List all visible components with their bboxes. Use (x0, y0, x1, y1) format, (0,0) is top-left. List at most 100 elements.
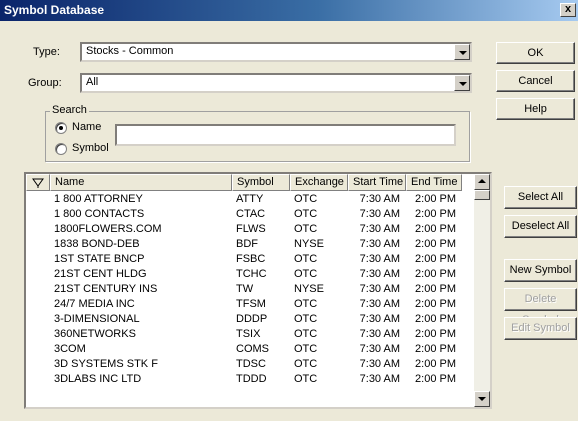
cell-name: 3COM (54, 343, 86, 355)
row-spacer (26, 312, 50, 327)
table-row[interactable]: 1838 BOND-DEB BDF NYSE 7:30 AM 2:00 PM (26, 237, 462, 252)
cell-symbol: CTAC (236, 208, 266, 220)
cell-symbol: TFSM (236, 298, 266, 310)
table-row[interactable]: 3DLABS INC LTD TDDD OTC 7:30 AM 2:00 PM (26, 372, 462, 387)
help-button[interactable]: Help (496, 98, 575, 120)
cell-start-time: 7:30 AM (359, 313, 400, 325)
column-header-symbol[interactable]: Symbol (232, 174, 290, 191)
cell-symbol: TSIX (236, 328, 261, 340)
cell-start-time: 7:30 AM (359, 328, 400, 340)
cell-start-time: 7:30 AM (359, 268, 400, 280)
list-rows: 1 800 ATTORNEY ATTY OTC 7:30 AM 2:00 PM 1 800… (26, 192, 462, 387)
cell-name: 24/7 MEDIA INC (54, 298, 135, 310)
table-row[interactable]: 21ST CENT HLDG TCHC OTC 7:30 AM 2:00 PM (26, 267, 462, 282)
cell-name: 1 800 CONTACTS (54, 208, 145, 220)
scroll-thumb[interactable] (474, 190, 490, 200)
row-spacer (26, 192, 50, 207)
cell-exchange: OTC (294, 223, 318, 235)
cancel-button[interactable]: Cancel (496, 70, 575, 92)
cell-name: 1 800 ATTORNEY (54, 193, 143, 205)
table-row[interactable]: 3-DIMENSIONAL DDDP OTC 7:30 AM 2:00 PM (26, 312, 462, 327)
cell-name: 360NETWORKS (54, 328, 136, 340)
symbol-radio-label[interactable]: Symbol (72, 142, 109, 154)
table-row[interactable]: 21ST CENTURY INS TW NYSE 7:30 AM 2:00 PM (26, 282, 462, 297)
row-spacer (26, 327, 50, 342)
cell-exchange: OTC (294, 313, 318, 325)
cell-end-time: 2:00 PM (415, 268, 456, 280)
symbol-list[interactable]: Name Symbol Exchange Start Time End Time… (24, 172, 492, 409)
deselect-all-button[interactable]: Deselect All (504, 215, 577, 238)
symbol-database-dialog: Symbol Database x Type: Stocks - Common … (0, 0, 578, 421)
edit-symbol-button[interactable]: Edit Symbol (504, 317, 577, 340)
table-row[interactable]: 1 800 CONTACTS CTAC OTC 7:30 AM 2:00 PM (26, 207, 462, 222)
cell-start-time: 7:30 AM (359, 373, 400, 385)
cell-exchange: OTC (294, 298, 318, 310)
table-row[interactable]: 3D SYSTEMS STK F TDSC OTC 7:30 AM 2:00 PM (26, 357, 462, 372)
window-title: Symbol Database (4, 3, 105, 17)
name-radio[interactable] (55, 122, 67, 134)
cell-exchange: OTC (294, 268, 318, 280)
table-row[interactable]: 24/7 MEDIA INC TFSM OTC 7:30 AM 2:00 PM (26, 297, 462, 312)
group-label: Group: (28, 77, 62, 89)
column-header-start-time[interactable]: Start Time (348, 174, 406, 191)
column-header-end-time[interactable]: End Time (406, 174, 462, 191)
cell-end-time: 2:00 PM (415, 313, 456, 325)
search-group-title: Search (50, 104, 89, 116)
cell-start-time: 7:30 AM (359, 238, 400, 250)
filter-icon[interactable] (26, 174, 50, 191)
cell-symbol: FLWS (236, 223, 266, 235)
cell-start-time: 7:30 AM (359, 253, 400, 265)
close-button[interactable]: x (560, 3, 576, 17)
cell-end-time: 2:00 PM (415, 238, 456, 250)
cell-name: 21ST CENT HLDG (54, 268, 147, 280)
cell-exchange: OTC (294, 358, 318, 370)
table-row[interactable]: 360NETWORKS TSIX OTC 7:30 AM 2:00 PM (26, 327, 462, 342)
cell-end-time: 2:00 PM (415, 223, 456, 235)
row-spacer (26, 252, 50, 267)
chevron-down-icon[interactable] (454, 75, 470, 91)
ok-button[interactable]: OK (496, 42, 575, 64)
column-header-exchange[interactable]: Exchange (290, 174, 348, 191)
type-combo[interactable]: Stocks - Common (80, 42, 472, 62)
cell-name: 3DLABS INC LTD (54, 373, 142, 385)
chevron-down-icon[interactable] (454, 44, 470, 60)
scroll-up-icon[interactable] (474, 174, 490, 190)
row-spacer (26, 207, 50, 222)
table-row[interactable]: 3COM COMS OTC 7:30 AM 2:00 PM (26, 342, 462, 357)
group-combo[interactable]: All (80, 73, 472, 93)
scroll-down-icon[interactable] (474, 391, 490, 407)
row-spacer (26, 372, 50, 387)
table-row[interactable]: 1 800 ATTORNEY ATTY OTC 7:30 AM 2:00 PM (26, 192, 462, 207)
cell-exchange: NYSE (294, 283, 324, 295)
column-header-name[interactable]: Name (50, 174, 232, 191)
cell-exchange: OTC (294, 253, 318, 265)
cell-exchange: NYSE (294, 238, 324, 250)
name-radio-label[interactable]: Name (72, 121, 101, 133)
cell-exchange: OTC (294, 373, 318, 385)
cell-symbol: TW (236, 283, 254, 295)
row-spacer (26, 297, 50, 312)
cell-start-time: 7:30 AM (359, 298, 400, 310)
row-spacer (26, 357, 50, 372)
cell-symbol: DDDP (236, 313, 268, 325)
new-symbol-button[interactable]: New Symbol (504, 259, 577, 282)
select-all-button[interactable]: Select All (504, 186, 577, 209)
cell-end-time: 2:00 PM (415, 373, 456, 385)
vertical-scrollbar[interactable] (474, 174, 490, 407)
cell-symbol: FSBC (236, 253, 266, 265)
cell-symbol: BDF (236, 238, 258, 250)
row-spacer (26, 267, 50, 282)
group-value: All (86, 76, 99, 88)
table-row[interactable]: 1ST STATE BNCP FSBC OTC 7:30 AM 2:00 PM (26, 252, 462, 267)
cell-exchange: OTC (294, 193, 318, 205)
cell-name: 3-DIMENSIONAL (54, 313, 140, 325)
symbol-radio[interactable] (55, 143, 67, 155)
search-input[interactable] (115, 124, 456, 146)
title-bar: Symbol Database x (0, 0, 578, 21)
cell-start-time: 7:30 AM (359, 223, 400, 235)
cell-exchange: OTC (294, 343, 318, 355)
cell-start-time: 7:30 AM (359, 283, 400, 295)
delete-symbol-button[interactable]: Delete Symbol (504, 288, 577, 326)
cell-end-time: 2:00 PM (415, 208, 456, 220)
table-row[interactable]: 1800FLOWERS.COM FLWS OTC 7:30 AM 2:00 PM (26, 222, 462, 237)
